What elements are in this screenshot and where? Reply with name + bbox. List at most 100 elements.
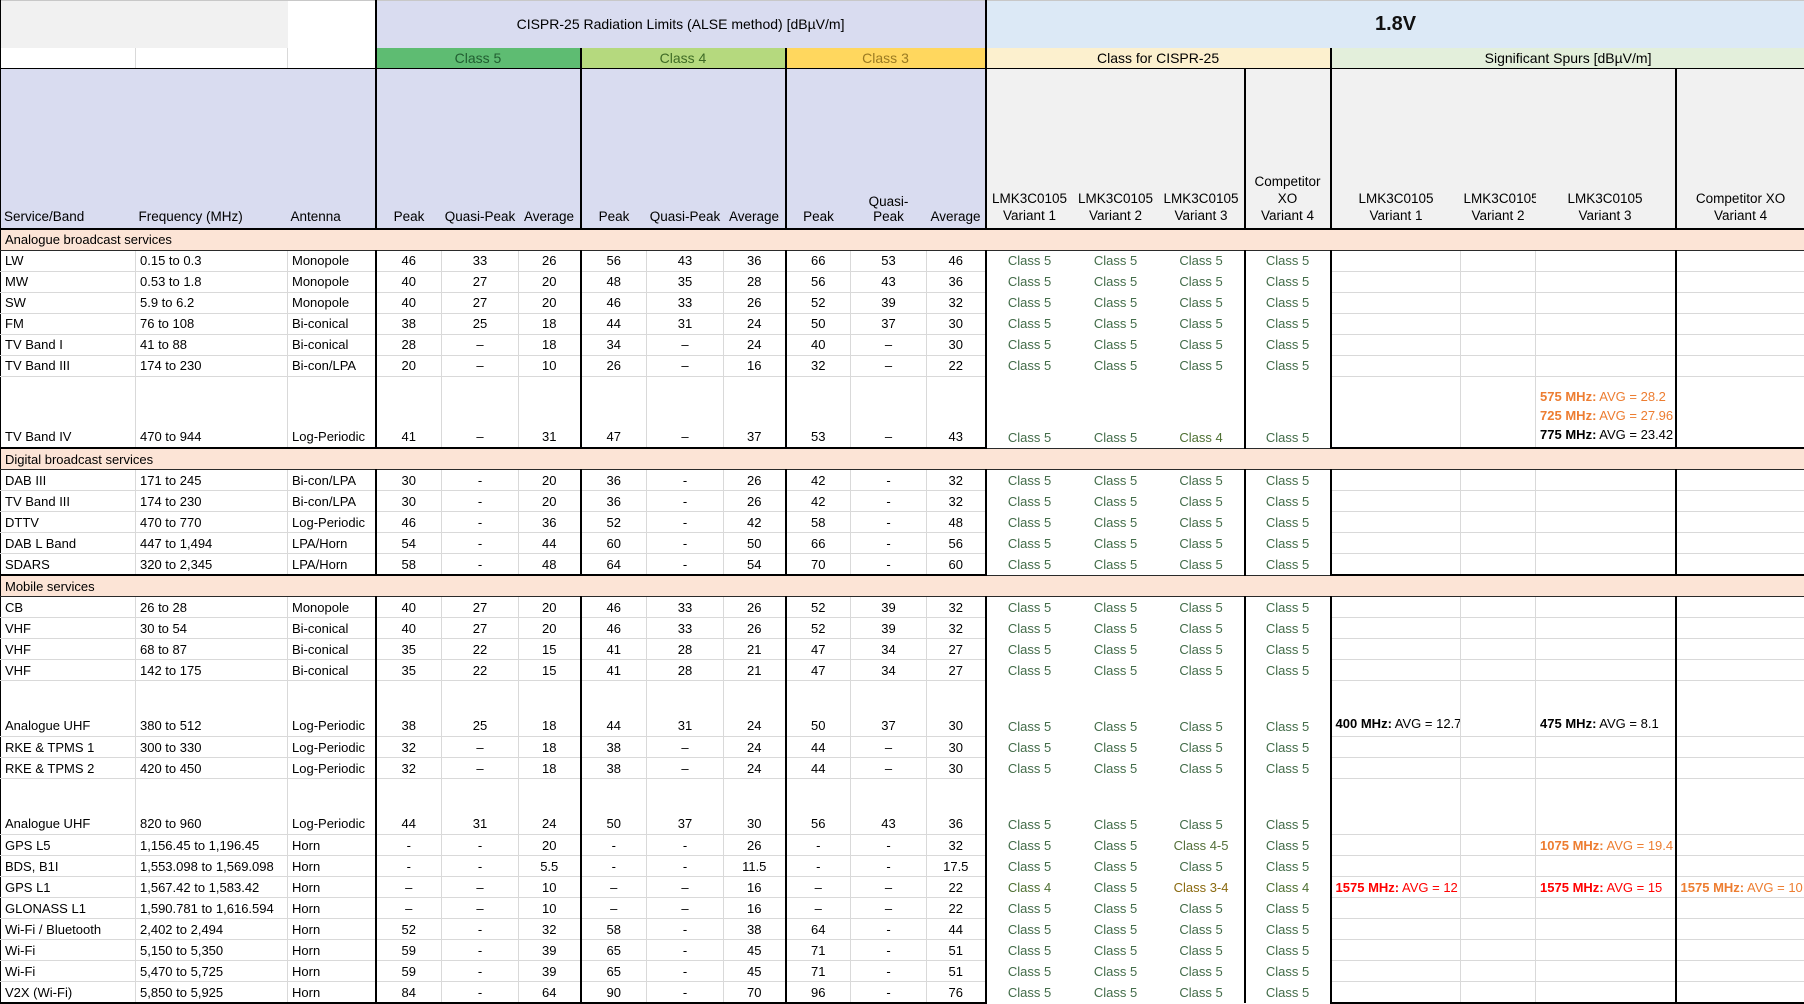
spur-cell[interactable] bbox=[1461, 355, 1536, 376]
limit-cell[interactable]: - bbox=[851, 470, 927, 491]
limit-cell[interactable]: 51 bbox=[927, 940, 986, 961]
class-rating-cell[interactable]: Class 5 bbox=[986, 512, 1073, 533]
service-cell[interactable]: DAB III bbox=[1, 470, 136, 491]
limit-cell[interactable]: – bbox=[581, 877, 647, 898]
class-rating-cell[interactable]: Class 5 bbox=[1159, 856, 1245, 877]
service-cell[interactable]: GLONASS L1 bbox=[1, 898, 136, 919]
class-rating-cell[interactable]: Class 5 bbox=[1073, 355, 1159, 376]
limit-cell[interactable]: 26 bbox=[724, 491, 786, 512]
frequency-cell[interactable]: 174 to 230 bbox=[136, 491, 288, 512]
limit-cell[interactable]: – bbox=[581, 898, 647, 919]
limit-cell[interactable]: 46 bbox=[376, 250, 442, 271]
blank-gray-cell[interactable] bbox=[1, 1, 288, 48]
class-rating-cell[interactable]: Class 5 bbox=[1073, 961, 1159, 982]
service-cell[interactable]: GPS L5 bbox=[1, 835, 136, 856]
spur-cell[interactable]: 1575 MHz: AVG = 15 bbox=[1536, 877, 1676, 898]
service-cell[interactable]: VHF bbox=[1, 639, 136, 660]
limit-cell[interactable]: 40 bbox=[376, 292, 442, 313]
class-rating-cell[interactable]: Class 5 bbox=[1245, 856, 1331, 877]
service-cell[interactable]: DTTV bbox=[1, 512, 136, 533]
antenna-cell[interactable]: Bi-con/LPA bbox=[288, 491, 376, 512]
class-rating-cell[interactable]: Class 5 bbox=[986, 779, 1073, 835]
spur-cell[interactable] bbox=[1676, 334, 1804, 355]
limit-cell[interactable]: 32 bbox=[786, 355, 851, 376]
limit-cell[interactable]: 44 bbox=[927, 919, 986, 940]
limit-cell[interactable]: 50 bbox=[786, 313, 851, 334]
limit-cell[interactable]: 24 bbox=[724, 681, 786, 737]
limit-cell[interactable]: - bbox=[647, 982, 724, 1004]
frequency-cell[interactable]: 420 to 450 bbox=[136, 758, 288, 779]
limit-cell[interactable]: 32 bbox=[927, 597, 986, 618]
spur-cell[interactable] bbox=[1536, 313, 1676, 334]
limit-cell[interactable]: - bbox=[442, 940, 519, 961]
limit-cell[interactable]: 54 bbox=[724, 554, 786, 576]
spur-cell[interactable] bbox=[1331, 355, 1461, 376]
spur-cell[interactable] bbox=[1461, 491, 1536, 512]
antenna-cell[interactable]: Log-Periodic bbox=[288, 681, 376, 737]
limit-cell[interactable]: – bbox=[647, 334, 724, 355]
limit-cell[interactable]: 18 bbox=[519, 313, 581, 334]
class-rating-cell[interactable]: Class 5 bbox=[1073, 940, 1159, 961]
limit-cell[interactable]: 27 bbox=[442, 271, 519, 292]
class-rating-cell[interactable]: Class 3-4 bbox=[1159, 877, 1245, 898]
spur-cell[interactable] bbox=[1676, 618, 1804, 639]
limit-cell[interactable]: 27 bbox=[927, 639, 986, 660]
class-rating-cell[interactable]: Class 5 bbox=[1245, 835, 1331, 856]
spur-cell[interactable] bbox=[1331, 758, 1461, 779]
antenna-cell[interactable]: Horn bbox=[288, 856, 376, 877]
limit-cell[interactable]: 96 bbox=[786, 982, 851, 1004]
service-cell[interactable]: GPS L1 bbox=[1, 877, 136, 898]
limit-cell[interactable]: 21 bbox=[724, 639, 786, 660]
class-rating-cell[interactable]: Class 5 bbox=[1073, 618, 1159, 639]
class-rating-cell[interactable]: Class 5 bbox=[1073, 512, 1159, 533]
antenna-cell[interactable]: Bi-conical bbox=[288, 313, 376, 334]
limit-cell[interactable]: 24 bbox=[724, 334, 786, 355]
spur-cell[interactable] bbox=[1331, 491, 1461, 512]
class-rating-cell[interactable]: Class 5 bbox=[1159, 250, 1245, 271]
service-cell[interactable]: SDARS bbox=[1, 554, 136, 576]
limit-cell[interactable]: 36 bbox=[927, 271, 986, 292]
spur-cell[interactable] bbox=[1536, 639, 1676, 660]
limit-cell[interactable]: 36 bbox=[581, 491, 647, 512]
class-rating-cell[interactable]: Class 5 bbox=[1073, 982, 1159, 1004]
limit-cell[interactable]: - bbox=[647, 856, 724, 877]
spur-cell[interactable] bbox=[1331, 835, 1461, 856]
limit-cell[interactable]: 39 bbox=[519, 940, 581, 961]
limit-cell[interactable]: 26 bbox=[519, 250, 581, 271]
limit-cell[interactable]: 24 bbox=[724, 313, 786, 334]
spur-cell[interactable] bbox=[1461, 250, 1536, 271]
col-header-quasi-peak[interactable]: Quasi-Peak bbox=[442, 69, 519, 229]
limit-cell[interactable]: 35 bbox=[647, 271, 724, 292]
limit-cell[interactable]: 22 bbox=[442, 660, 519, 681]
frequency-cell[interactable]: 300 to 330 bbox=[136, 737, 288, 758]
spur-cell[interactable] bbox=[1676, 271, 1804, 292]
class-rating-cell[interactable]: Class 5 bbox=[986, 313, 1073, 334]
antenna-cell[interactable]: Horn bbox=[288, 898, 376, 919]
class-rating-cell[interactable]: Class 5 bbox=[986, 491, 1073, 512]
frequency-cell[interactable]: 68 to 87 bbox=[136, 639, 288, 660]
limit-cell[interactable]: 56 bbox=[786, 271, 851, 292]
spur-cell[interactable] bbox=[1461, 877, 1536, 898]
spur-cell[interactable] bbox=[1536, 779, 1676, 835]
limit-cell[interactable]: 39 bbox=[851, 618, 927, 639]
class-rating-cell[interactable]: Class 5 bbox=[1245, 292, 1331, 313]
limit-cell[interactable]: 71 bbox=[786, 940, 851, 961]
limit-cell[interactable]: – bbox=[376, 877, 442, 898]
limit-cell[interactable]: 32 bbox=[927, 618, 986, 639]
limit-cell[interactable]: - bbox=[786, 835, 851, 856]
frequency-cell[interactable]: 447 to 1,494 bbox=[136, 533, 288, 554]
class-rating-cell[interactable]: Class 5 bbox=[1073, 470, 1159, 491]
limit-cell[interactable]: - bbox=[851, 856, 927, 877]
spur-cell[interactable] bbox=[1461, 554, 1536, 576]
class-rating-cell[interactable]: Class 5 bbox=[1073, 919, 1159, 940]
class-rating-cell[interactable]: Class 5 bbox=[986, 940, 1073, 961]
col-header-average[interactable]: Average bbox=[724, 69, 786, 229]
spur-variant-header-2[interactable]: LMK3C0105Variant 2 bbox=[1461, 69, 1536, 229]
col-header-service-band[interactable]: Service/Band bbox=[1, 69, 136, 229]
limit-cell[interactable]: 27 bbox=[442, 292, 519, 313]
class-rating-cell[interactable]: Class 5 bbox=[1073, 597, 1159, 618]
limit-cell[interactable]: 26 bbox=[724, 470, 786, 491]
variant-header-4-competitor-xo[interactable]: CompetitorXOVariant 4 bbox=[1245, 69, 1331, 229]
frequency-cell[interactable]: 320 to 2,345 bbox=[136, 554, 288, 576]
spur-cell[interactable] bbox=[1461, 512, 1536, 533]
